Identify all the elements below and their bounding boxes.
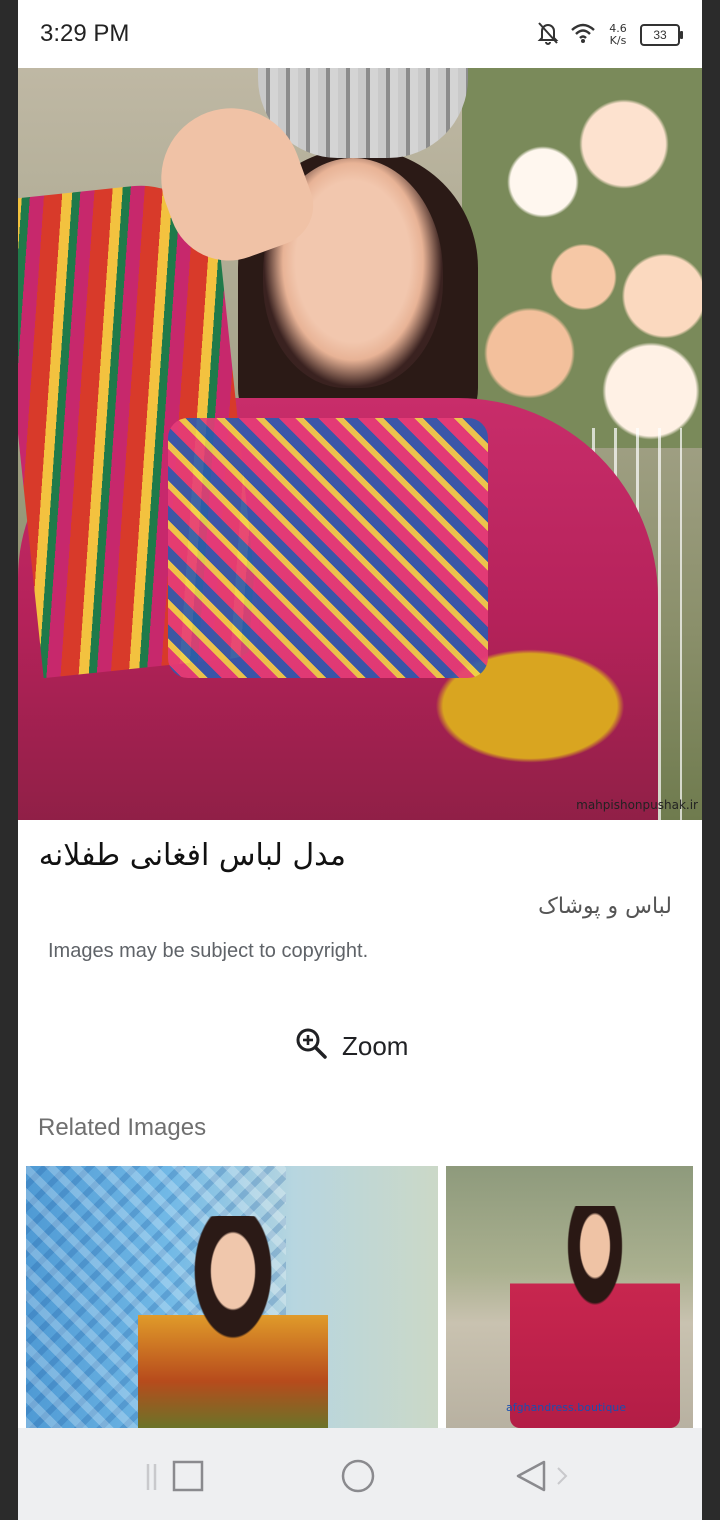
embroidered-yoke [168, 418, 488, 678]
back-icon [512, 1460, 576, 1498]
image-title[interactable]: مدل لباس افغانی طفلانه [39, 838, 346, 873]
woman-figure [138, 1216, 328, 1428]
wifi-icon [570, 22, 596, 49]
network-speed-unit: K/s [609, 34, 627, 47]
woman-figure [510, 1206, 680, 1428]
recent-apps-icon [144, 1460, 208, 1498]
battery-icon: 33 [640, 24, 683, 46]
flowers-background [462, 68, 702, 448]
recent-apps-button[interactable] [144, 1458, 204, 1494]
status-icons: 4.6 K/s 33 [536, 20, 683, 51]
zoom-label: Zoom [342, 1030, 409, 1061]
navigation-bar [18, 1428, 702, 1520]
back-button[interactable] [512, 1458, 568, 1494]
home-button[interactable] [338, 1458, 382, 1494]
related-images-heading: Related Images [38, 1114, 207, 1141]
main-image[interactable]: mahpishonpushak.ir [18, 68, 702, 820]
status-bar: 3:29 PM 4.6 K/s 33 [18, 0, 702, 68]
image-watermark: mahpishonpushak.ir [576, 798, 698, 812]
battery-level: 33 [653, 28, 667, 42]
bell-off-icon [536, 20, 560, 51]
related-image-watermark: afghandress.boutique [506, 1401, 627, 1414]
zoom-in-icon [294, 1026, 328, 1067]
zoom-button[interactable]: Zoom [294, 1022, 408, 1070]
network-speed: 4.6 K/s [606, 23, 630, 47]
screen: 3:29 PM 4.6 K/s 33 mahpishonpushak.ir مد… [18, 0, 702, 1520]
related-image-2[interactable]: afghandress.boutique [446, 1166, 693, 1428]
image-source[interactable]: لباس و پوشاک [538, 894, 672, 919]
copyright-notice: Images may be subject to copyright. [48, 940, 369, 962]
home-icon [338, 1459, 378, 1498]
status-time: 3:29 PM [40, 20, 130, 47]
related-image-1[interactable] [26, 1166, 438, 1428]
